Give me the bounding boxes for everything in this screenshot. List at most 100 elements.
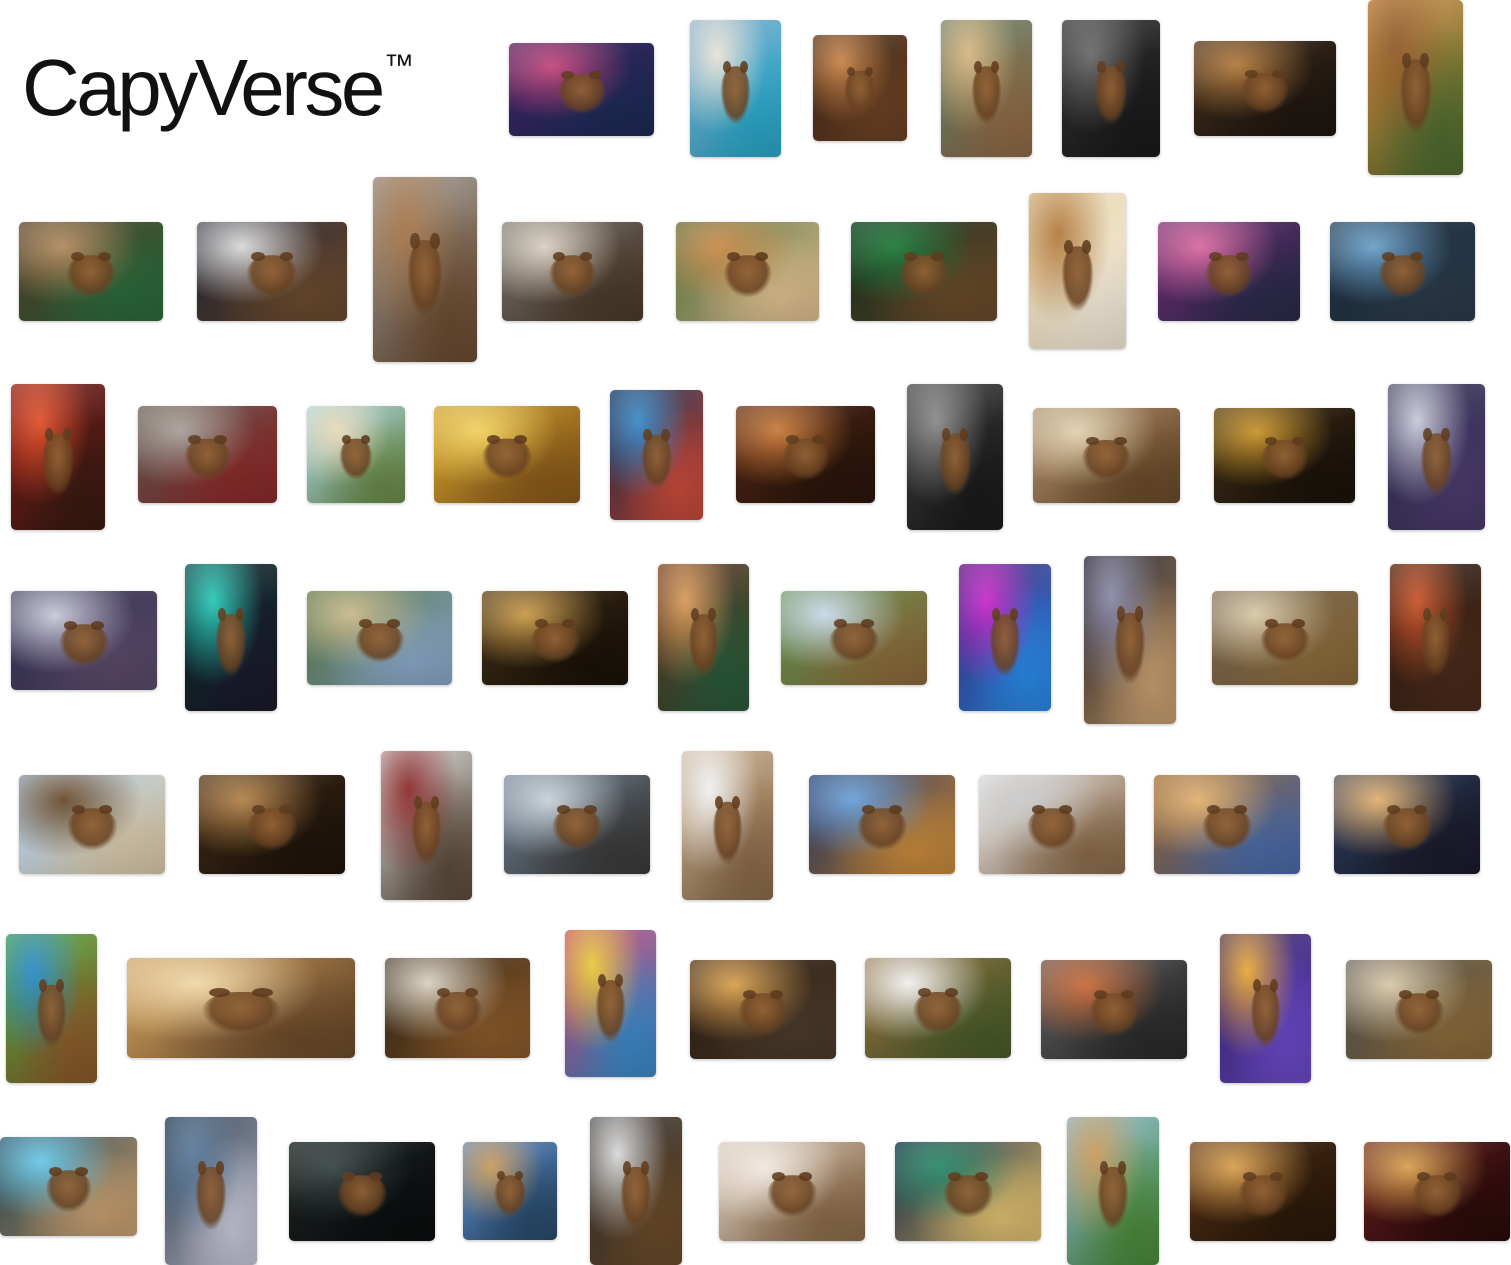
image-sheen [385, 958, 530, 1058]
image-sheen [373, 177, 477, 362]
mansion-party-night-image[interactable] [1334, 775, 1480, 874]
lakeside-picnic-image[interactable] [781, 591, 927, 685]
coastal-sunset-drive-image[interactable] [1390, 564, 1481, 711]
beer-hall-image[interactable] [1154, 775, 1300, 874]
lantern-festival-image[interactable] [11, 384, 105, 530]
image-sheen [509, 43, 654, 136]
image-sheen [1346, 960, 1492, 1059]
image-sheen [719, 1142, 865, 1241]
image-sheen [1154, 775, 1300, 874]
polo-horse-image[interactable] [19, 775, 165, 874]
image-sheen [482, 591, 628, 685]
jet-party-image[interactable] [809, 775, 955, 874]
image-sheen [690, 20, 781, 157]
image-sheen [165, 1117, 257, 1265]
image-sheen [11, 384, 105, 530]
cosmic-disco-image[interactable] [1220, 934, 1311, 1083]
bull-riding-image[interactable] [138, 406, 277, 503]
beach-palm-image[interactable] [307, 406, 405, 503]
stock-chart-office-image[interactable] [19, 222, 163, 321]
image-sheen [463, 1142, 557, 1240]
image-sheen [565, 930, 656, 1077]
image-sheen [1084, 556, 1176, 724]
image-sheen [138, 406, 277, 503]
image-sheen [1390, 564, 1481, 711]
space-bar-window-image[interactable] [165, 1117, 257, 1265]
casino-roulette-image[interactable] [658, 564, 749, 711]
image-sheen [0, 1137, 137, 1236]
image-sheen [307, 591, 452, 685]
image-sheen [979, 775, 1125, 874]
image-sheen [676, 222, 819, 321]
space-suit-capybara-image[interactable] [1388, 384, 1485, 530]
diamond-closeup-image[interactable] [590, 1117, 682, 1265]
capybara-closeup-image[interactable] [373, 177, 477, 362]
image-sheen [434, 406, 580, 503]
image-sheen [1334, 775, 1480, 874]
image-sheen [959, 564, 1051, 711]
image-sheen [6, 934, 97, 1083]
mansion-lawn-money-image[interactable] [307, 591, 452, 685]
opera-theater-image[interactable] [1364, 1142, 1510, 1241]
capybara-hoodie-image[interactable] [1062, 20, 1160, 157]
skyline-lounge-image[interactable] [504, 775, 650, 874]
capybara-bathtub-image[interactable] [813, 35, 907, 141]
image-sheen [1212, 591, 1358, 685]
capybara-flannel-image[interactable] [381, 751, 472, 900]
image-sheen [865, 958, 1011, 1058]
image-sheen [813, 35, 907, 141]
spa-towel-image[interactable] [865, 958, 1011, 1058]
image-sheen [197, 222, 347, 321]
sports-car-sunset-image[interactable] [1158, 222, 1300, 321]
highway-convertible-image[interactable] [1041, 960, 1187, 1059]
capybara-astronaut-image[interactable] [197, 222, 347, 321]
pedicure-salon-image[interactable] [719, 1142, 865, 1241]
image-sheen [1041, 960, 1187, 1059]
photo-studio-image[interactable] [979, 775, 1125, 874]
tropical-resort-image[interactable] [941, 20, 1032, 157]
gold-coins-image[interactable] [434, 406, 580, 503]
capybara-tuxedo-dogs-image[interactable] [1194, 41, 1336, 136]
india-astronaut-image[interactable] [385, 958, 530, 1058]
grand-hotel-night-image[interactable] [690, 960, 836, 1059]
spa-stones-image[interactable] [127, 958, 355, 1058]
capybara-shiba-image[interactable] [676, 222, 819, 321]
trading-floor-image[interactable] [851, 222, 997, 321]
image-sheen [307, 406, 405, 503]
neon-dance-party-image[interactable] [959, 564, 1051, 711]
cyberpunk-capybara-image[interactable] [185, 564, 277, 711]
image-sheen [185, 564, 277, 711]
gala-tuxedo-image[interactable] [482, 591, 628, 685]
capybara-halo-image[interactable] [1029, 193, 1126, 349]
rocket-launch-image[interactable] [1084, 556, 1176, 724]
tokyo-tower-night-image[interactable] [610, 390, 703, 520]
image-sheen [1214, 408, 1355, 503]
banquet-table-image[interactable] [502, 222, 643, 321]
image-sheen [809, 775, 955, 874]
capybara-leather-jacket-image[interactable] [907, 384, 1003, 530]
palace-pool-night-image[interactable] [895, 1142, 1041, 1241]
image-sheen [781, 591, 927, 685]
chateau-sunset-image[interactable] [1368, 0, 1463, 175]
capybara-cowboy-hat-image[interactable] [199, 775, 345, 874]
mexican-fiesta-image[interactable] [565, 930, 656, 1077]
image-sheen [11, 591, 157, 690]
capybara-white-tee-image[interactable] [682, 751, 773, 900]
capy-hills-magazine-image[interactable] [463, 1142, 557, 1240]
moon-party-image[interactable] [11, 591, 157, 690]
space-station-lounge-image[interactable] [1330, 222, 1475, 321]
goldsmith-workshop-image[interactable] [1214, 408, 1355, 503]
ai-cyborg-capybara-image[interactable] [0, 1137, 137, 1236]
fine-dining-room-image[interactable] [736, 406, 875, 503]
neon-city-street-image[interactable] [509, 43, 654, 136]
taj-mahal-feast-image[interactable] [1033, 408, 1180, 503]
ballroom-crowd-image[interactable] [1190, 1142, 1336, 1241]
mona-lisa-gallery-image[interactable] [1212, 591, 1358, 685]
black-capybara-image[interactable] [289, 1142, 435, 1241]
mansion-pool-image[interactable] [690, 20, 781, 157]
unicorn-capybara-image[interactable] [1067, 1117, 1159, 1265]
image-sheen [127, 958, 355, 1058]
image-sheen [1067, 1117, 1159, 1265]
rooftop-dinner-image[interactable] [1346, 960, 1492, 1059]
water-gun-lawn-image[interactable] [6, 934, 97, 1083]
